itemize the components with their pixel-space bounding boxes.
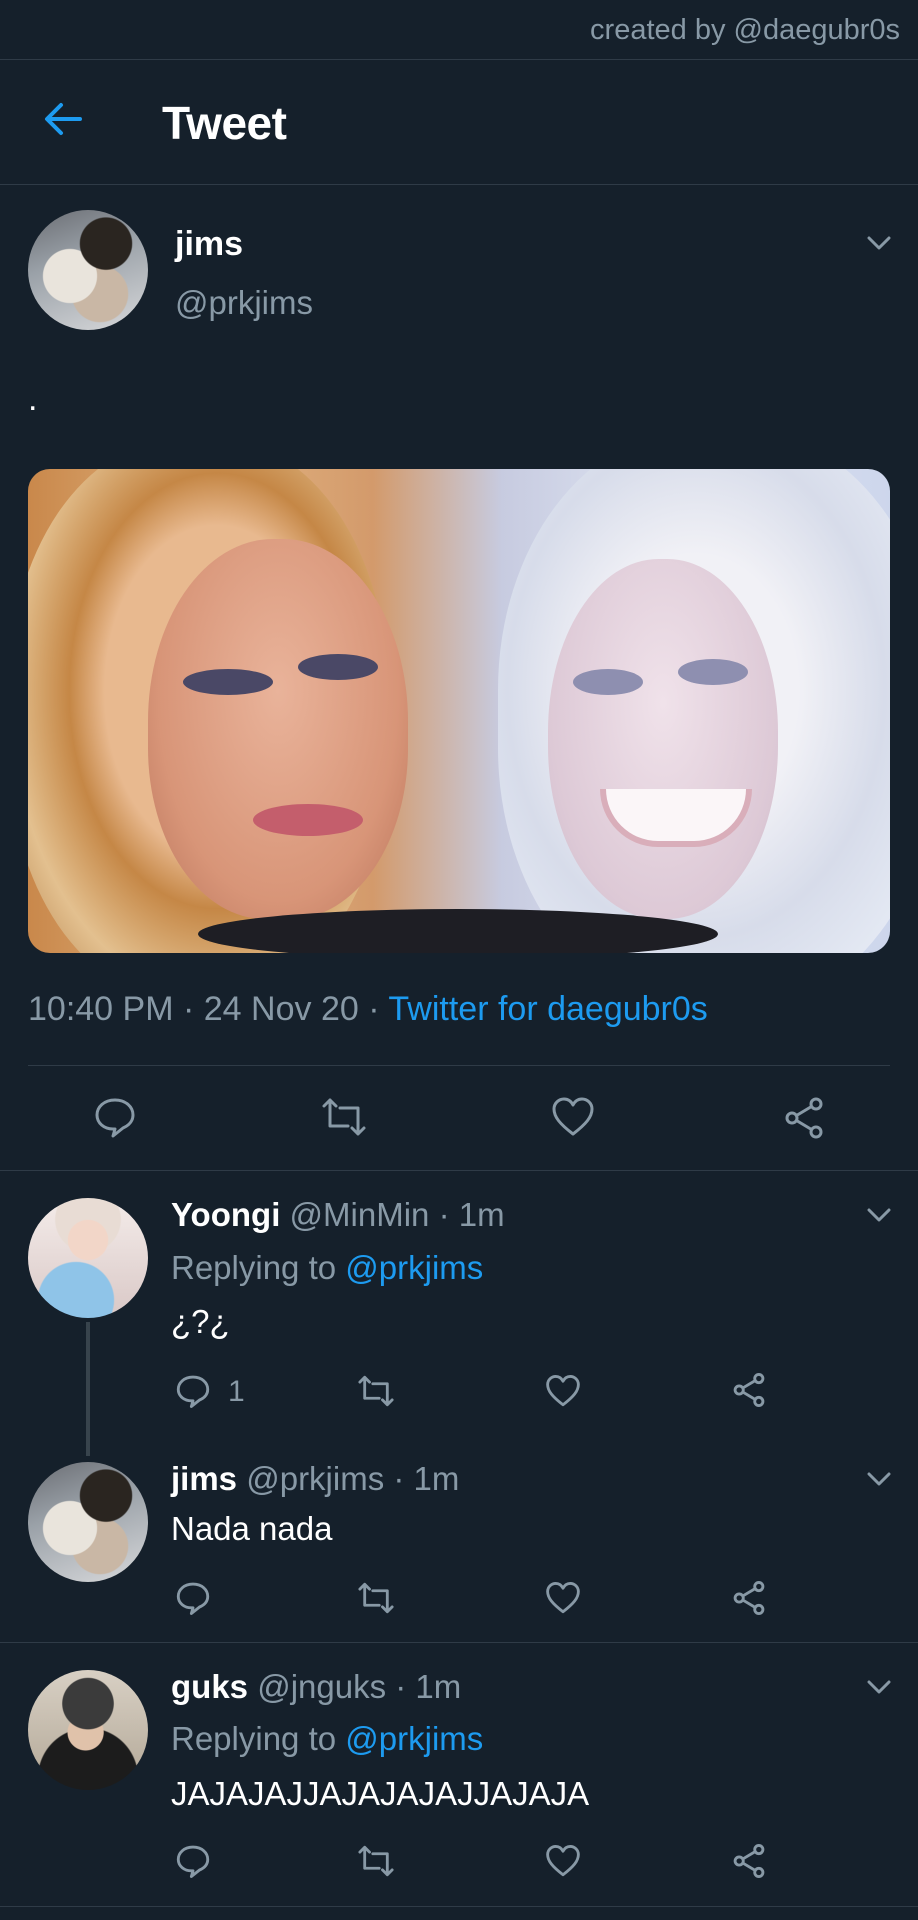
media-eye xyxy=(573,669,643,695)
divider xyxy=(28,1065,890,1066)
chevron-down-icon[interactable] xyxy=(865,1470,893,1488)
media-eye xyxy=(183,669,273,695)
media-face-left xyxy=(148,539,408,919)
reply-author-handle[interactable]: @jnguks xyxy=(257,1668,386,1705)
reply-icon[interactable] xyxy=(175,1373,211,1409)
meta-separator: · xyxy=(386,1668,416,1705)
share-icon[interactable] xyxy=(731,1843,767,1879)
retweet-icon[interactable] xyxy=(355,1374,397,1408)
media-face-right xyxy=(548,559,778,919)
retweet-icon[interactable] xyxy=(318,1096,370,1138)
replying-to-label: Replying to xyxy=(171,1720,337,1757)
like-heart-icon[interactable] xyxy=(544,1844,582,1878)
media-lips xyxy=(253,804,363,836)
media-collar xyxy=(198,909,718,953)
credit-text: created by @daegubr0s xyxy=(590,14,900,46)
media-eye xyxy=(298,654,378,680)
replying-to-label: Replying to xyxy=(171,1249,337,1286)
reply-time: 1m xyxy=(413,1460,460,1497)
chevron-down-icon[interactable] xyxy=(865,234,893,252)
avatar-guks[interactable] xyxy=(28,1670,148,1790)
media-eye xyxy=(678,659,748,685)
reply-time: 1m xyxy=(458,1196,505,1233)
reply-text: JAJAJAJJAJAJAJAJJAJAJA xyxy=(171,1775,590,1812)
back-arrow-icon[interactable] xyxy=(40,96,86,142)
reply-icon[interactable] xyxy=(175,1843,211,1879)
replying-to-handle[interactable]: @prkjims xyxy=(345,1249,483,1286)
avatar-jims[interactable] xyxy=(28,210,148,330)
replying-to-line: Replying to @prkjims xyxy=(171,1720,483,1758)
author-name[interactable]: jims xyxy=(175,225,243,264)
divider xyxy=(0,1170,918,1171)
reply-count: 1 xyxy=(228,1375,245,1408)
avatar-yoongi[interactable] xyxy=(28,1198,148,1318)
reply-author-handle[interactable]: @MinMin xyxy=(290,1196,430,1233)
tweet-time: 10:40 PM xyxy=(28,990,174,1028)
retweet-icon[interactable] xyxy=(355,1844,397,1878)
like-heart-icon[interactable] xyxy=(550,1096,596,1138)
chevron-down-icon[interactable] xyxy=(865,1206,893,1224)
retweet-icon[interactable] xyxy=(355,1581,397,1615)
reply-author-line: guks @jnguks · 1m xyxy=(171,1668,461,1706)
share-icon[interactable] xyxy=(731,1580,767,1616)
share-icon[interactable] xyxy=(731,1372,767,1408)
divider xyxy=(0,1906,918,1907)
reply-icon[interactable] xyxy=(93,1095,137,1139)
reply-author-name[interactable]: Yoongi xyxy=(171,1196,280,1233)
reply-text: ¿?¿ xyxy=(171,1303,230,1340)
reply-text: Nada nada xyxy=(171,1510,333,1547)
tweet-date: 24 Nov 20 xyxy=(203,990,359,1028)
share-icon[interactable] xyxy=(782,1096,826,1140)
replying-to-handle[interactable]: @prkjims xyxy=(345,1720,483,1757)
reply-author-line: Yoongi @MinMin · 1m xyxy=(171,1196,505,1234)
meta-separator: · xyxy=(429,1196,459,1233)
tweet-meta: 10:40 PM · 24 Nov 20 · Twitter for daegu… xyxy=(28,990,708,1029)
divider xyxy=(0,1642,918,1643)
credit-bar: created by @daegubr0s xyxy=(0,0,918,60)
tweet-text: . xyxy=(28,380,38,418)
header: Tweet xyxy=(0,60,918,185)
tweet-source-link[interactable]: Twitter for daegubr0s xyxy=(388,990,707,1028)
meta-separator: · xyxy=(384,1460,414,1497)
reply-time: 1m xyxy=(415,1668,462,1705)
thread-connector-line xyxy=(86,1322,90,1456)
reply-author-handle[interactable]: @prkjims xyxy=(246,1460,384,1497)
avatar-jims[interactable] xyxy=(28,1462,148,1582)
tweet-media-image[interactable] xyxy=(28,469,890,953)
reply-author-line: jims @prkjims · 1m xyxy=(171,1460,459,1498)
reply-icon[interactable] xyxy=(175,1580,211,1616)
page-title: Tweet xyxy=(162,97,287,149)
reply-author-name[interactable]: jims xyxy=(171,1460,237,1497)
replying-to-line: Replying to @prkjims xyxy=(171,1249,483,1287)
author-handle[interactable]: @prkjims xyxy=(175,284,313,322)
chevron-down-icon[interactable] xyxy=(865,1678,893,1696)
meta-separator: · xyxy=(182,990,195,1028)
reply-author-name[interactable]: guks xyxy=(171,1668,248,1705)
like-heart-icon[interactable] xyxy=(544,1374,582,1408)
like-heart-icon[interactable] xyxy=(544,1581,582,1615)
meta-separator: · xyxy=(368,990,380,1028)
